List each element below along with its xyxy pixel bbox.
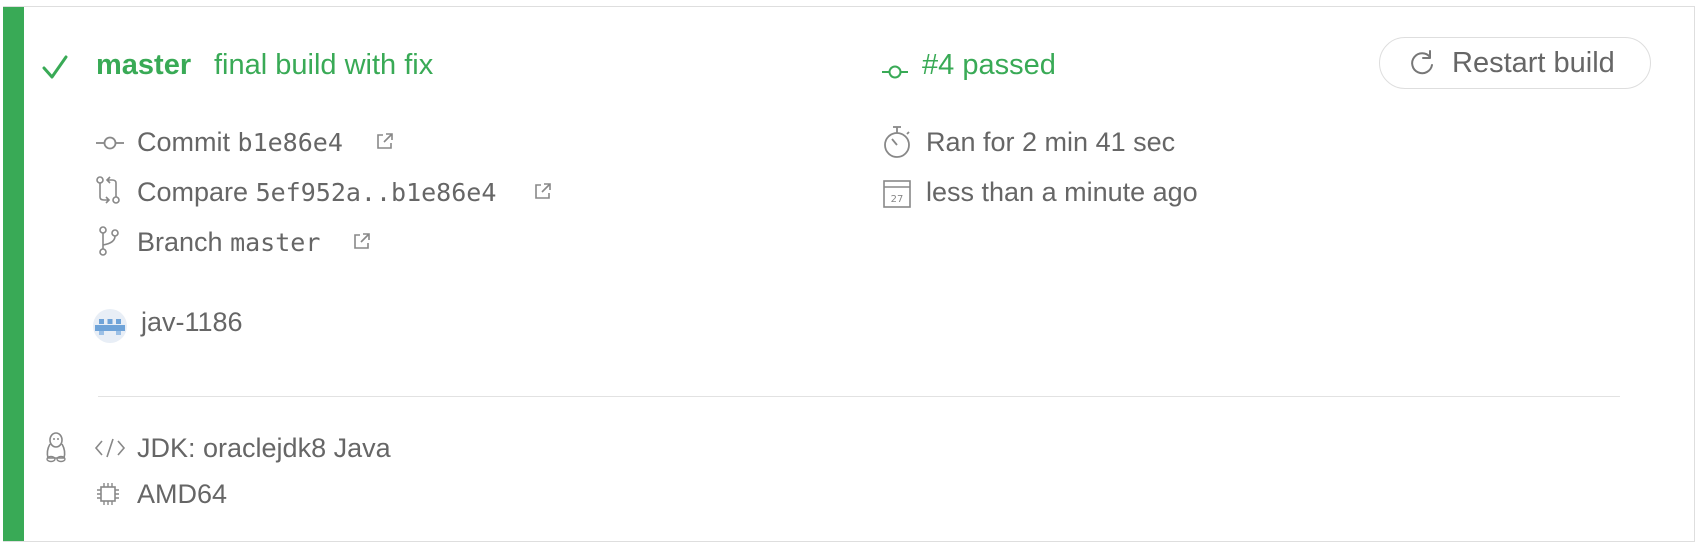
restart-build-button[interactable]: Restart build xyxy=(1379,37,1651,89)
compare-row[interactable]: Compare 5ef952a..b1e86e4 xyxy=(137,177,496,208)
branch-link[interactable]: master xyxy=(96,49,191,82)
compare-icon xyxy=(96,176,120,204)
build-status-link[interactable]: #4 passed xyxy=(922,49,1056,82)
linux-icon xyxy=(46,432,66,463)
external-link-icon[interactable] xyxy=(533,181,553,201)
commit-row[interactable]: Commit b1e86e4 xyxy=(137,127,343,158)
commit-sha: b1e86e4 xyxy=(237,128,343,157)
branch-row[interactable]: Branch master xyxy=(137,227,320,258)
architecture-label: AMD64 xyxy=(137,479,228,509)
check-icon xyxy=(42,55,68,79)
commit-icon xyxy=(882,65,908,79)
branch-label: Branch xyxy=(137,227,223,257)
build-finished-time: less than a minute ago xyxy=(926,177,1198,207)
commit-label: Commit xyxy=(137,127,230,157)
branch-value: master xyxy=(230,228,321,257)
status-stripe xyxy=(3,7,24,541)
divider xyxy=(98,396,1620,397)
restart-build-label: Restart build xyxy=(1452,46,1615,79)
build-duration: Ran for 2 min 41 sec xyxy=(926,127,1176,157)
svg-text:27: 27 xyxy=(891,194,904,205)
compare-label: Compare xyxy=(137,177,249,207)
external-link-icon[interactable] xyxy=(375,131,395,151)
commit-icon xyxy=(96,136,124,150)
stopwatch-icon xyxy=(884,126,910,158)
compare-range: 5ef952a..b1e86e4 xyxy=(255,178,497,207)
cpu-icon xyxy=(97,483,119,505)
commit-message-link[interactable]: final build with fix xyxy=(214,49,433,82)
avatar xyxy=(93,309,127,343)
calendar-icon: 27 xyxy=(883,180,911,208)
author-name[interactable]: jav-1186 xyxy=(141,307,243,338)
branch-icon xyxy=(99,226,119,256)
code-icon xyxy=(94,438,126,458)
build-summary-card: master final build with fix #4 passed Re… xyxy=(3,6,1695,542)
restart-icon xyxy=(1411,50,1433,75)
jdk-label: JDK: oraclejdk8 Java xyxy=(137,433,391,463)
external-link-icon[interactable] xyxy=(352,231,372,251)
